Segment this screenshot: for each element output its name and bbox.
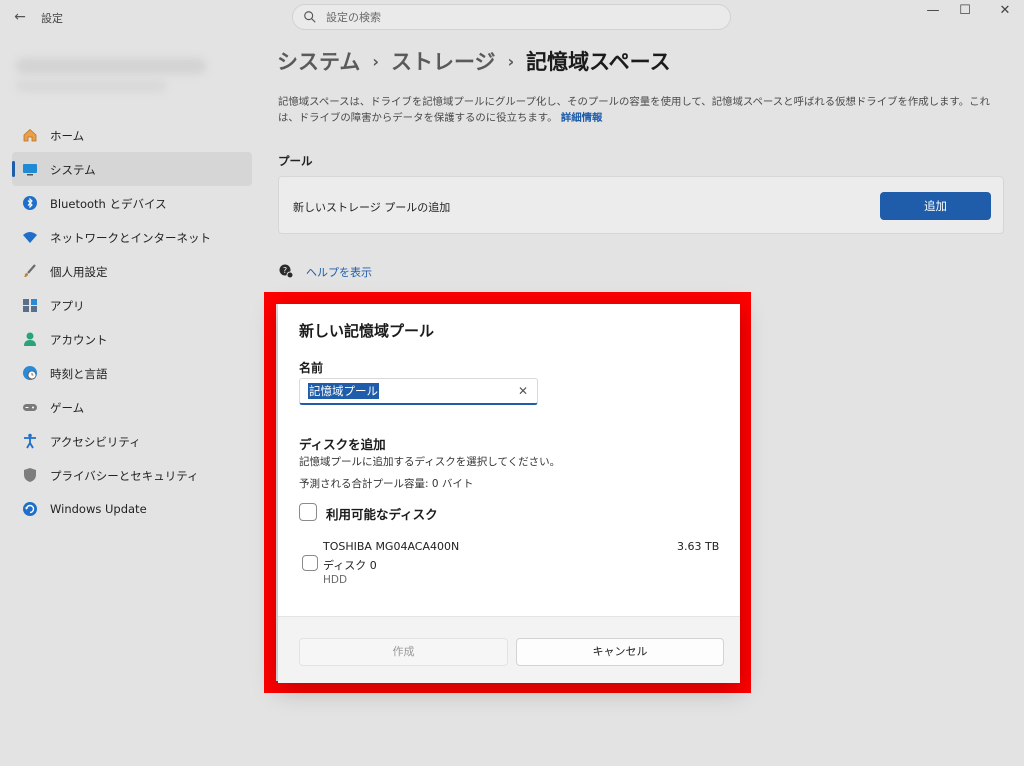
disk-number: ディスク 0 <box>323 559 377 572</box>
gamepad-icon <box>22 399 38 415</box>
wifi-icon <box>22 229 38 245</box>
accessibility-icon <box>22 433 38 449</box>
sidebar-item-label: 個人用設定 <box>50 265 108 279</box>
add-disk-title: ディスクを追加 <box>299 437 386 452</box>
sidebar-item-privacy[interactable]: プライバシーとセキュリティ <box>12 458 252 492</box>
monitor-icon <box>22 161 38 177</box>
profile-area-blurred <box>16 48 216 104</box>
sidebar-item-accessibility[interactable]: アクセシビリティ <box>12 424 252 458</box>
bluetooth-icon <box>22 195 38 211</box>
add-storage-pool-card: 新しいストレージ プールの追加 追加 <box>278 176 1004 234</box>
sidebar-item-label: アカウント <box>50 333 108 347</box>
sidebar-item-label: アプリ <box>50 299 85 313</box>
sidebar-item-label: システム <box>50 163 96 177</box>
available-disks-label: 利用可能なディスク <box>326 507 438 522</box>
sidebar-item-gaming[interactable]: ゲーム <box>12 390 252 424</box>
dialog-title: 新しい記憶域プール <box>299 322 435 340</box>
pool-card-label: 新しいストレージ プールの追加 <box>293 201 451 214</box>
sidebar-item-time-language[interactable]: 時刻と言語 <box>12 356 252 390</box>
name-field-value[interactable]: 記憶域プール <box>308 383 379 399</box>
back-button[interactable]: ← <box>10 8 30 26</box>
create-button[interactable]: 作成 <box>299 638 508 666</box>
dialog-footer: 作成 キャンセル <box>278 616 740 683</box>
sidebar-item-system[interactable]: システム <box>12 152 252 186</box>
breadcrumb-separator: › <box>507 52 515 71</box>
shield-icon <box>22 467 38 483</box>
sidebar-item-label: Bluetooth とデバイス <box>50 197 167 211</box>
sidebar-item-label: プライバシーとセキュリティ <box>50 469 199 483</box>
cancel-button[interactable]: キャンセル <box>516 638 724 666</box>
sidebar-item-accounts[interactable]: アカウント <box>12 322 252 356</box>
disk-name: TOSHIBA MG04ACA400N <box>323 540 460 553</box>
page-description: 記憶域スペースは、ドライブを記憶域プールにグループ化し、そのプールの容量を使用し… <box>278 94 1008 126</box>
add-disk-description: 記憶域プールに追加するディスクを選択してください。 <box>299 456 561 468</box>
sidebar-item-apps[interactable]: アプリ <box>12 288 252 322</box>
available-disks-checkbox[interactable] <box>299 503 317 521</box>
new-storage-pool-dialog: 新しい記憶域プール 名前 記憶域プール ✕ ディスクを追加 記憶域プールに追加す… <box>278 304 740 683</box>
sidebar-item-home[interactable]: ホーム <box>12 118 252 152</box>
disk-type: HDD <box>323 574 348 586</box>
help-icon: ? <box>279 264 294 279</box>
breadcrumb: システム › ストレージ › 記憶域スペース <box>277 46 671 76</box>
title-bar: ← 設定 — ☐ ✕ <box>0 0 1024 34</box>
sidebar-item-label: ゲーム <box>50 401 85 415</box>
account-icon <box>22 331 38 347</box>
breadcrumb-item-system[interactable]: システム <box>277 50 360 74</box>
sidebar-item-label: 時刻と言語 <box>50 367 108 381</box>
pool-section-title: プール <box>278 154 313 168</box>
apps-icon <box>22 297 38 313</box>
minimize-button[interactable]: — <box>916 2 950 22</box>
search-icon <box>304 11 316 23</box>
search-input[interactable] <box>326 8 706 26</box>
sidebar-item-label: アクセシビリティ <box>50 435 141 449</box>
description-text: 記憶域スペースは、ドライブを記憶域プールにグループ化し、そのプールの容量を使用し… <box>278 96 990 124</box>
more-info-link[interactable]: 詳細情報 <box>561 112 603 124</box>
name-label: 名前 <box>299 361 324 375</box>
breadcrumb-item-storage[interactable]: ストレージ <box>391 50 496 74</box>
name-field[interactable]: 記憶域プール ✕ <box>299 378 538 405</box>
svg-text:?: ? <box>283 266 287 275</box>
home-icon <box>22 127 38 143</box>
sidebar-item-label: Windows Update <box>50 502 147 516</box>
close-button[interactable]: ✕ <box>988 2 1022 22</box>
clear-icon[interactable]: ✕ <box>514 382 532 400</box>
sidebar-item-label: ネットワークとインターネット <box>50 231 211 245</box>
sidebar-item-bluetooth[interactable]: Bluetooth とデバイス <box>12 186 252 220</box>
brush-icon <box>22 263 38 279</box>
add-pool-button[interactable]: 追加 <box>880 192 991 220</box>
search-box[interactable] <box>292 4 731 30</box>
globe-clock-icon <box>22 365 38 381</box>
sidebar-item-windows-update[interactable]: Windows Update <box>12 492 252 526</box>
maximize-button[interactable]: ☐ <box>948 2 982 22</box>
sidebar-item-label: ホーム <box>50 129 85 143</box>
sidebar-item-personalization[interactable]: 個人用設定 <box>12 254 252 288</box>
breadcrumb-separator: › <box>372 52 379 71</box>
app-title: 設定 <box>41 12 63 25</box>
help-link[interactable]: ヘルプを表示 <box>306 264 372 280</box>
disk-0-checkbox[interactable] <box>302 555 318 571</box>
estimated-capacity: 予測される合計プール容量: 0 バイト <box>299 478 474 490</box>
sidebar: ホーム システム Bluetooth とデバイス ネットワークとインターネット … <box>12 118 252 526</box>
disk-size: 3.63 TB <box>677 540 720 553</box>
sidebar-item-network[interactable]: ネットワークとインターネット <box>12 220 252 254</box>
page-title: 記憶域スペース <box>526 50 671 74</box>
update-icon <box>22 501 38 517</box>
